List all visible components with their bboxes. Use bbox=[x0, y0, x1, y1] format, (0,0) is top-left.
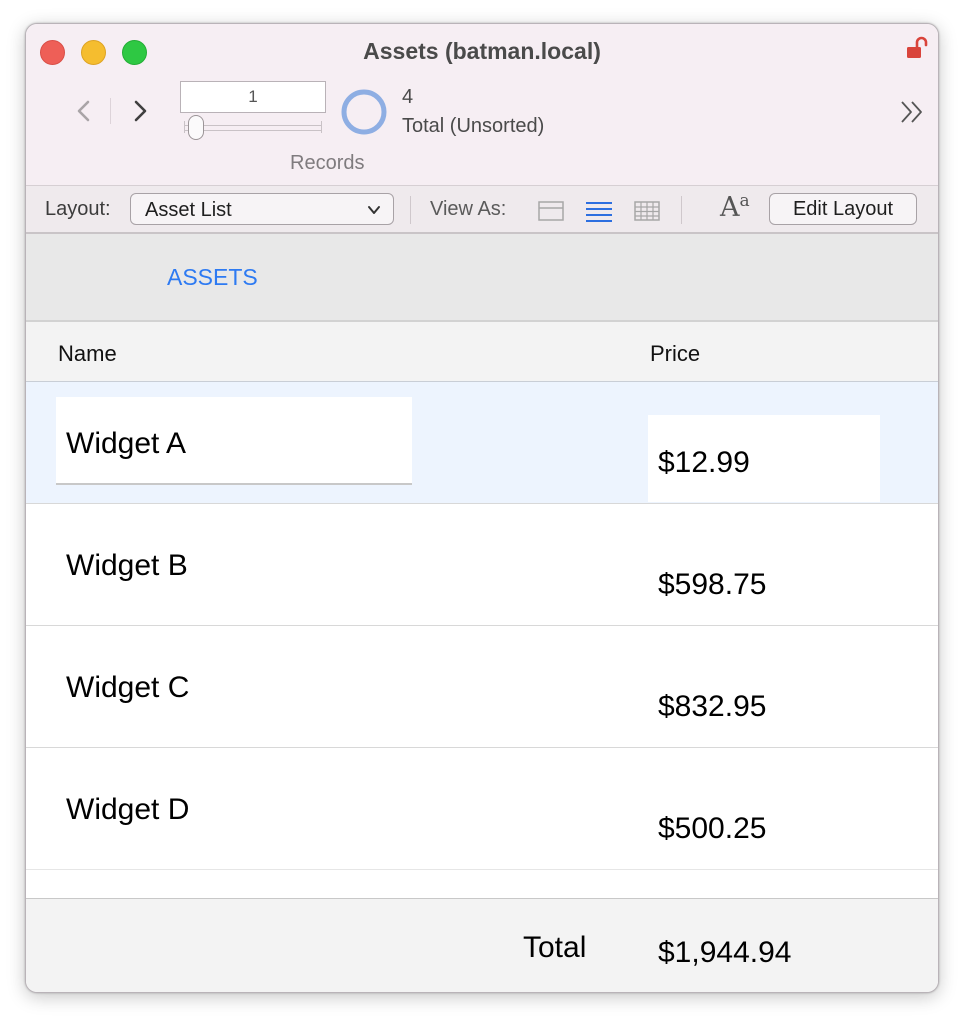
price-field[interactable]: $598.75 bbox=[648, 537, 880, 624]
chevron-right-icon[interactable] bbox=[126, 97, 154, 125]
total-field[interactable]: $1,944.94 bbox=[648, 925, 880, 992]
record-slider-track[interactable] bbox=[184, 125, 322, 131]
table-row[interactable]: Widget C $832.95 bbox=[26, 626, 938, 748]
layout-header: ASSETS bbox=[26, 234, 938, 322]
title-bar: Assets (batman.local) 1 Records 4 Total … bbox=[26, 24, 938, 185]
name-value: Widget D bbox=[66, 793, 190, 826]
font-icon-big-letter: A bbox=[720, 192, 740, 223]
total-value: $1,944.94 bbox=[658, 936, 792, 969]
record-slider-thumb[interactable] bbox=[188, 115, 204, 140]
chevron-down-icon bbox=[368, 206, 380, 214]
price-value: $500.25 bbox=[658, 812, 767, 845]
nav-separator bbox=[110, 98, 111, 124]
column-header-price[interactable]: Price bbox=[650, 341, 700, 367]
font-icon-small-letter: a bbox=[739, 191, 750, 211]
layoutbar-separator bbox=[681, 196, 682, 224]
found-count: 4 bbox=[402, 86, 414, 108]
name-value: Widget B bbox=[66, 549, 188, 582]
records-label: Records bbox=[290, 152, 365, 174]
table-row[interactable]: Widget D $500.25 bbox=[26, 748, 938, 870]
price-value: $12.99 bbox=[658, 446, 750, 479]
name-field[interactable]: Widget B bbox=[56, 519, 412, 607]
unlocked-padlock-icon[interactable] bbox=[906, 36, 928, 60]
layout-select[interactable]: Asset List bbox=[130, 193, 394, 225]
app-window: Assets (batman.local) 1 Records 4 Total … bbox=[25, 23, 939, 993]
header-title: ASSETS bbox=[167, 264, 258, 290]
column-header-name[interactable]: Name bbox=[58, 341, 117, 367]
found-status: Total (Unsorted) bbox=[402, 115, 545, 137]
name-field[interactable]: Widget A bbox=[56, 397, 412, 485]
double-chevron-right-icon[interactable] bbox=[898, 98, 926, 126]
window-title: Assets (batman.local) bbox=[363, 38, 601, 64]
price-field[interactable]: $832.95 bbox=[648, 659, 880, 746]
current-record-input[interactable]: 1 bbox=[180, 81, 326, 113]
edit-layout-button[interactable]: Edit Layout bbox=[769, 193, 917, 225]
layout-select-value: Asset List bbox=[145, 199, 232, 221]
name-value: Widget C bbox=[66, 671, 190, 704]
pie-chart-icon bbox=[341, 89, 387, 135]
form-view-icon[interactable] bbox=[537, 199, 565, 223]
layout-bar: Layout: Asset List View As: Aa Edit Layo… bbox=[26, 185, 938, 234]
chevron-left-icon[interactable] bbox=[70, 97, 98, 125]
layoutbar-separator bbox=[410, 196, 411, 224]
table-row[interactable]: Widget B $598.75 bbox=[26, 504, 938, 626]
text-formatting-icon[interactable]: Aa bbox=[720, 191, 750, 223]
column-header-row: Name Price bbox=[26, 322, 938, 382]
list-view-icon[interactable] bbox=[585, 199, 613, 223]
view-as-label: View As: bbox=[430, 198, 507, 220]
table-row[interactable]: Widget A $12.99 bbox=[26, 382, 938, 504]
price-field[interactable]: $12.99 bbox=[648, 415, 880, 502]
name-field[interactable]: Widget D bbox=[56, 763, 412, 851]
empty-body-area bbox=[26, 869, 938, 898]
price-value: $832.95 bbox=[658, 690, 767, 723]
price-value: $598.75 bbox=[658, 568, 767, 601]
layout-label: Layout: bbox=[45, 198, 111, 220]
slider-cap-right bbox=[321, 121, 322, 133]
table-view-icon[interactable] bbox=[633, 199, 661, 223]
total-label: Total bbox=[523, 931, 587, 964]
name-value: Widget A bbox=[66, 427, 187, 460]
price-field[interactable]: $500.25 bbox=[648, 781, 880, 868]
trailing-summary: Total $1,944.94 bbox=[26, 898, 938, 992]
name-field[interactable]: Widget C bbox=[56, 641, 412, 729]
